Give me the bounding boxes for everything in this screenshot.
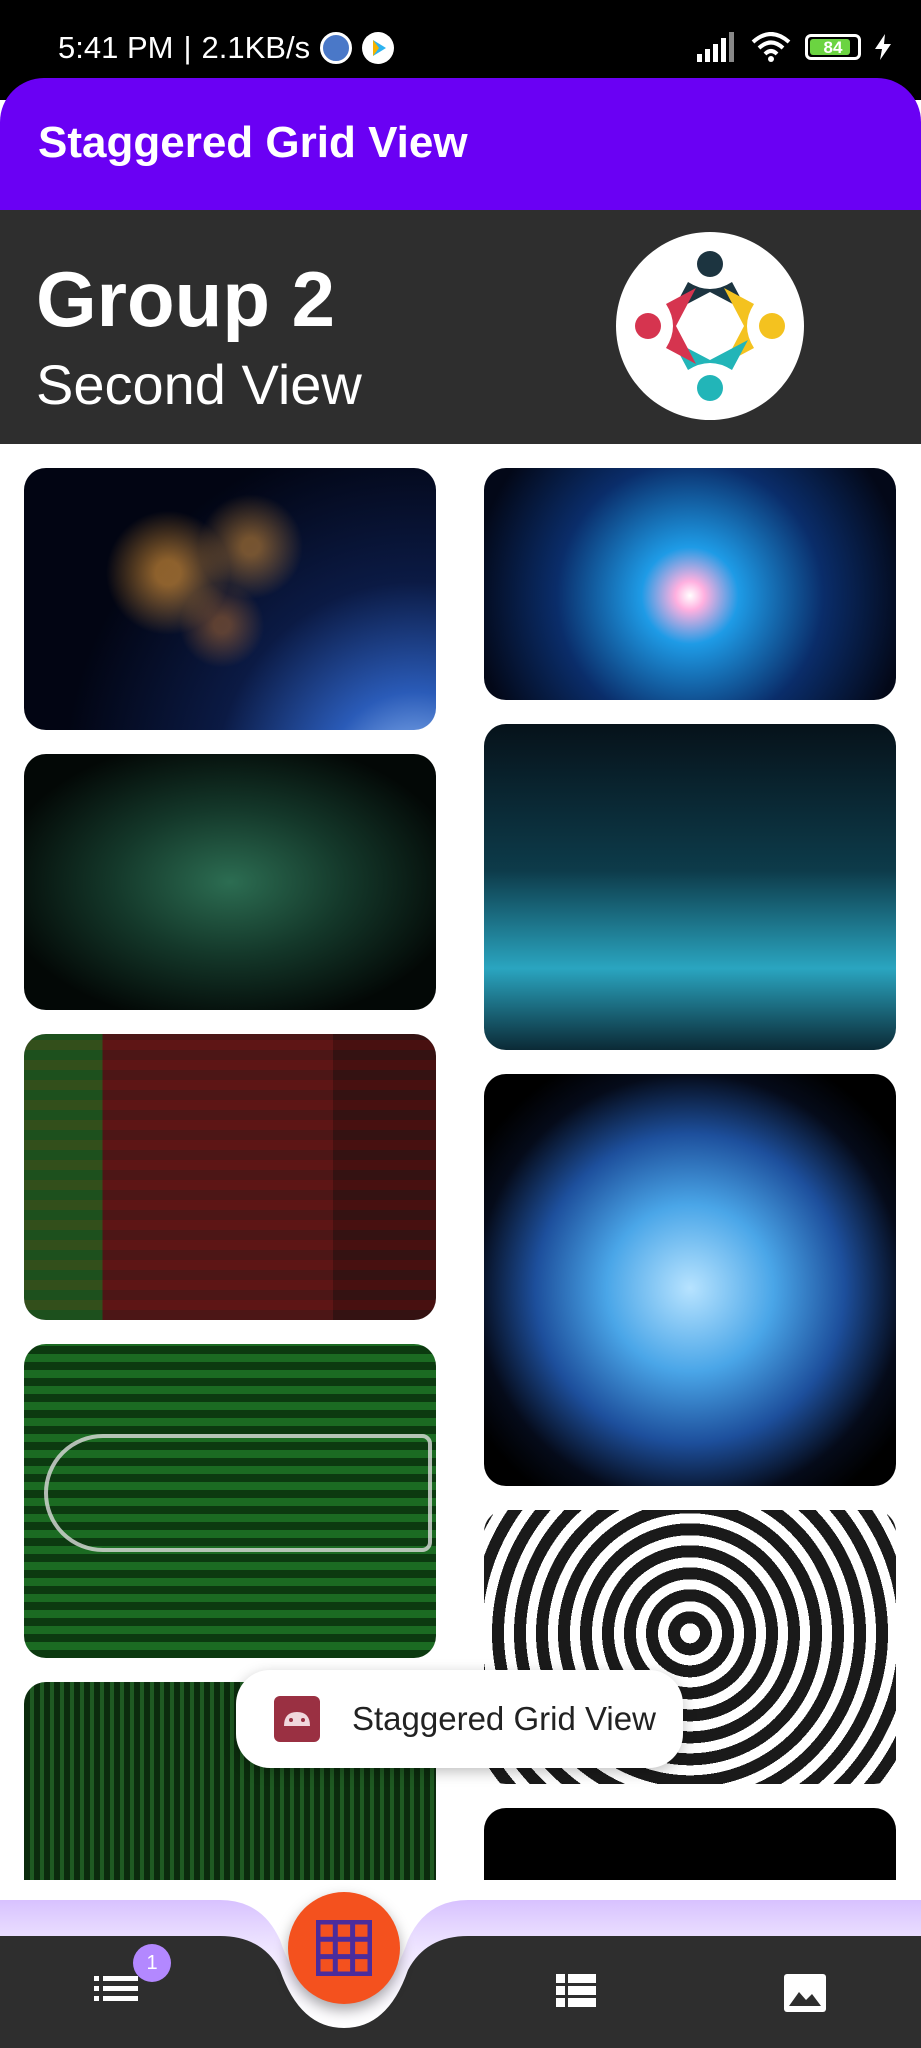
list-icon — [94, 1976, 138, 2001]
toast-message: Staggered Grid View — [352, 1700, 656, 1737]
app-bar: Staggered Grid View — [0, 78, 921, 210]
notification-badge: 1 — [133, 1944, 171, 1982]
image-icon — [784, 1974, 826, 2012]
binary-key-image[interactable] — [24, 1344, 436, 1658]
grid-icon — [316, 1920, 372, 1976]
grid-view-fab[interactable] — [288, 1892, 400, 2004]
status-separator: | — [183, 30, 192, 65]
nav-image-button[interactable] — [784, 1974, 844, 2014]
gear-icon — [320, 32, 353, 64]
staggered-grid[interactable]: 110101010101010100101000010 — [0, 444, 921, 1880]
earth-night-image[interactable] — [24, 468, 436, 730]
matrix-corridor-image[interactable] — [484, 724, 896, 1050]
status-time: 5:41 PM — [58, 30, 174, 65]
team-circle-icon — [635, 251, 785, 401]
android-icon — [274, 1696, 320, 1742]
team-logo — [616, 232, 804, 420]
battery-level: 84 — [823, 38, 843, 57]
group-title: Group 2 — [36, 255, 336, 343]
status-right: 84 — [695, 32, 891, 62]
play-store-icon — [362, 32, 395, 64]
status-left: 5:41 PM | 2.1KB/s — [58, 30, 395, 66]
green-world-map-image[interactable] — [24, 754, 436, 1010]
data-tunnel-image[interactable] — [484, 468, 896, 700]
network-speed: 2.1KB/s — [201, 30, 311, 65]
charging-icon — [875, 34, 891, 60]
list-view-icon — [556, 1974, 596, 2007]
digital-globe-image[interactable] — [484, 1074, 896, 1486]
signal-icon — [697, 32, 734, 62]
toast: Staggered Grid View — [236, 1670, 683, 1768]
battery-icon: 84 — [805, 34, 861, 60]
wifi-icon — [751, 32, 791, 62]
group-header: Group 2 Second View — [0, 210, 921, 444]
group-subtitle: Second View — [36, 353, 362, 416]
binary-banner-image[interactable]: 110101010101010100101000010 — [484, 1808, 896, 1880]
app-title: Staggered Grid View — [38, 118, 468, 167]
nav-list-view-button[interactable] — [556, 1974, 616, 2014]
hex-code-image[interactable] — [24, 1034, 436, 1320]
